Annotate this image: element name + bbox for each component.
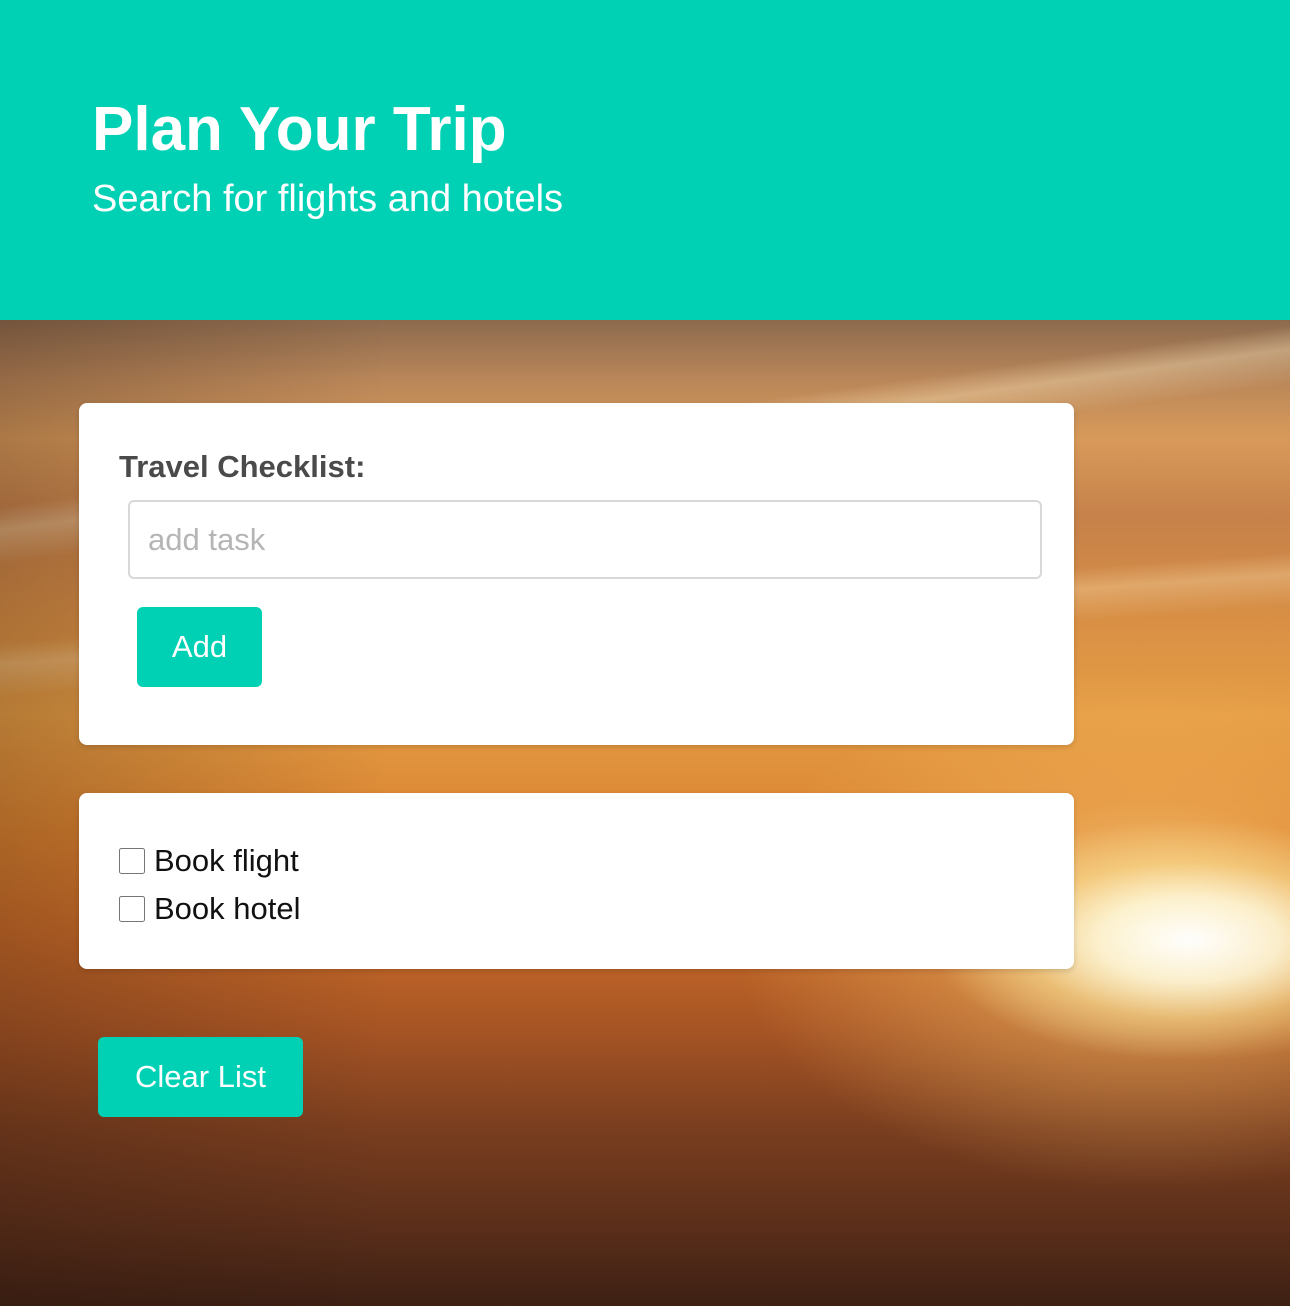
task-list: Book flight Book hotel (119, 837, 301, 933)
clear-list-button[interactable]: Clear List (98, 1037, 303, 1117)
page-header: Plan Your Trip Search for flights and ho… (0, 0, 1290, 320)
task-list-card: Book flight Book hotel (79, 793, 1074, 969)
task-label: Book flight (154, 843, 299, 878)
task-item: Book flight (119, 837, 301, 885)
task-checkbox[interactable] (119, 896, 145, 922)
add-task-button[interactable]: Add (137, 607, 262, 687)
task-label: Book hotel (154, 891, 301, 926)
page-title: Plan Your Trip (92, 95, 507, 164)
checklist-label: Travel Checklist: (119, 449, 366, 484)
task-item: Book hotel (119, 885, 301, 933)
page-subtitle: Search for flights and hotels (92, 178, 564, 220)
add-task-input[interactable] (128, 500, 1042, 579)
checklist-form-card: Travel Checklist: Add (79, 403, 1074, 745)
task-checkbox[interactable] (119, 848, 145, 874)
